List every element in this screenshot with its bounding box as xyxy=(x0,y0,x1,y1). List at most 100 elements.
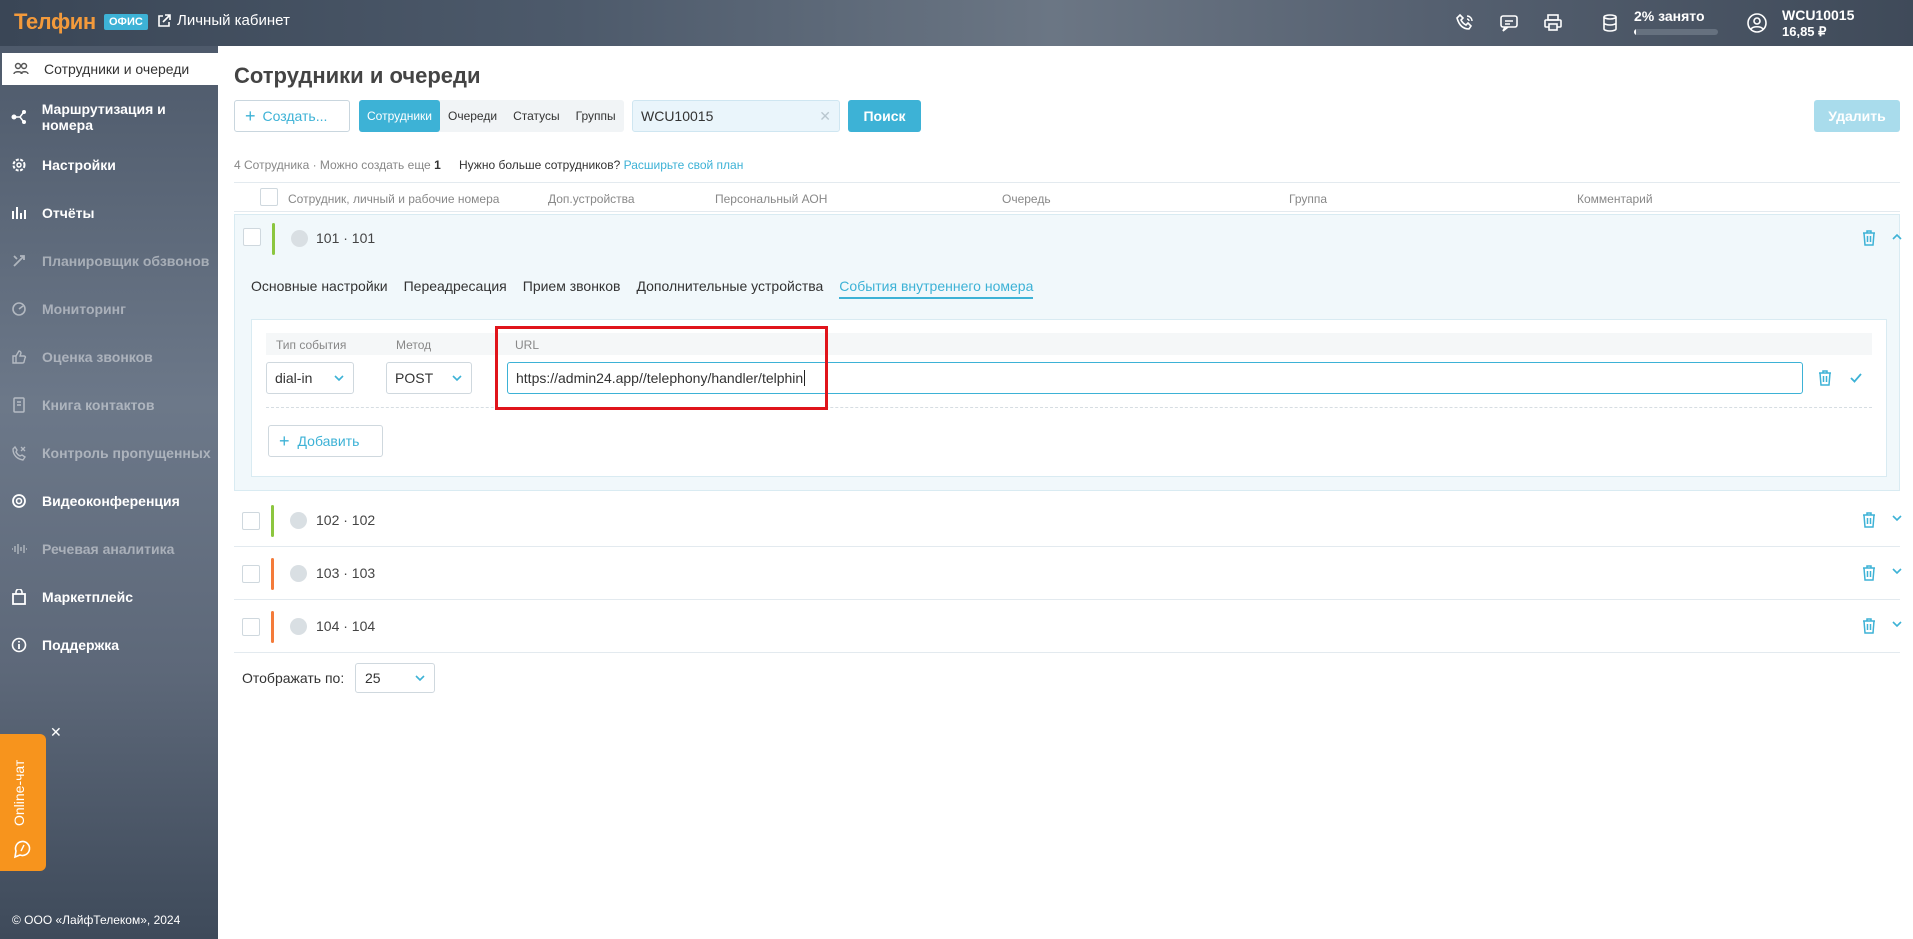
section-tabs: Сотрудники Очереди Статусы Группы xyxy=(359,100,624,132)
sidebar-item-dialer[interactable]: Планировщик обзвонов xyxy=(0,240,218,282)
column-comment: Комментарий xyxy=(1577,192,1653,206)
scheduler-icon xyxy=(10,252,28,270)
printer-icon[interactable] xyxy=(1541,11,1565,35)
trash-icon[interactable] xyxy=(1861,229,1877,247)
employee-row[interactable]: 103 · 103 xyxy=(234,548,1903,600)
sidebar-item-employees[interactable]: Сотрудники и очереди xyxy=(2,53,218,85)
sidebar-item-missed-control[interactable]: Контроль пропущенных xyxy=(0,432,218,474)
plus-icon: + xyxy=(245,106,256,126)
method-select[interactable]: POST xyxy=(386,362,472,394)
account-id[interactable]: WCU10015 xyxy=(1782,7,1854,23)
online-chat-button[interactable]: Online-чат xyxy=(0,734,46,871)
search-input[interactable]: WCU10015 ✕ xyxy=(632,100,840,132)
table-header: Сотрудник, личный и рабочие номера Доп.у… xyxy=(234,182,1900,212)
sidebar-item-label: Маркетплейс xyxy=(42,589,133,605)
employee-number[interactable]: 104 · 104 xyxy=(316,618,375,634)
sidebar-item-label: Контроль пропущенных xyxy=(42,445,211,461)
employee-number[interactable]: 103 · 103 xyxy=(316,565,375,581)
search-value: WCU10015 xyxy=(641,108,714,124)
contact-book-icon xyxy=(10,396,28,414)
logo[interactable]: Телфин xyxy=(14,9,96,35)
sidebar-item-marketplace[interactable]: Маркетплейс xyxy=(0,576,218,618)
column-caller-id: Персональный АОН xyxy=(715,192,828,206)
sidebar-item-label: Маршрутизация и номера xyxy=(41,101,166,133)
employee-count-remaining: 1 xyxy=(434,158,441,172)
chevron-down-icon[interactable] xyxy=(1891,619,1903,629)
row-checkbox[interactable] xyxy=(242,512,260,530)
storage-fill xyxy=(1634,29,1636,35)
clear-search-icon[interactable]: ✕ xyxy=(819,108,831,125)
account-icon[interactable] xyxy=(1745,11,1769,35)
create-button[interactable]: + Создать... xyxy=(234,100,350,132)
per-page-select[interactable]: 25 xyxy=(355,663,435,693)
missed-call-icon xyxy=(10,444,28,462)
employee-row[interactable]: 104 · 104 xyxy=(234,601,1903,653)
gear-icon xyxy=(10,156,28,174)
event-type-value: dial-in xyxy=(275,370,313,386)
row-checkbox[interactable] xyxy=(242,565,260,583)
sidebar-item-video[interactable]: Видеоконференция xyxy=(0,480,218,522)
trash-icon[interactable] xyxy=(1861,511,1877,529)
chevron-down-icon xyxy=(452,375,462,382)
upgrade-link[interactable]: Расширьте свой план xyxy=(624,158,744,172)
subtab-basic[interactable]: Основные настройки xyxy=(251,278,388,299)
thumbs-up-icon xyxy=(10,348,28,366)
employee-row-expanded: 101 · 101 Основные настройки Переадресац… xyxy=(234,214,1903,491)
employee-number[interactable]: 101 · 101 xyxy=(316,230,375,246)
chat-bubble-icon[interactable] xyxy=(1497,11,1521,35)
subtab-extension-events[interactable]: События внутреннего номера xyxy=(839,278,1034,299)
create-button-label: Создать... xyxy=(262,108,328,124)
sidebar-item-support[interactable]: Поддержка xyxy=(0,624,218,666)
status-indicator xyxy=(271,505,274,537)
tab-queues[interactable]: Очереди xyxy=(440,100,505,132)
sidebar-item-label: Сотрудники и очереди xyxy=(44,61,190,77)
trash-icon[interactable] xyxy=(1817,369,1833,387)
cabinet-link[interactable]: Личный кабинет xyxy=(157,12,290,29)
sidebar-item-label: Настройки xyxy=(42,157,116,173)
sidebar-item-monitoring[interactable]: Мониторинг xyxy=(0,288,218,330)
routing-icon xyxy=(10,108,28,126)
highlight-box xyxy=(495,326,828,410)
event-type-label: Тип события xyxy=(276,338,347,352)
subtab-call-receiving[interactable]: Прием звонков xyxy=(523,278,621,299)
tab-statuses[interactable]: Статусы xyxy=(505,100,568,132)
trash-icon[interactable] xyxy=(1861,617,1877,635)
select-all-checkbox[interactable] xyxy=(260,188,278,206)
row-checkbox[interactable] xyxy=(243,228,261,246)
status-indicator xyxy=(271,611,274,643)
subtab-extra-devices[interactable]: Дополнительные устройства xyxy=(636,278,823,299)
sidebar-item-speech-analytics[interactable]: Речевая аналитика xyxy=(0,528,218,570)
add-event-button[interactable]: + Добавить xyxy=(268,425,383,457)
employee-count: 4 Сотрудника · Можно создать еще 1 xyxy=(234,158,441,172)
method-label: Метод xyxy=(396,338,432,352)
chevron-down-icon[interactable] xyxy=(1891,566,1903,576)
column-queue: Очередь xyxy=(1002,192,1051,206)
delete-button[interactable]: Удалить xyxy=(1814,100,1900,132)
search-button[interactable]: Поиск xyxy=(848,100,921,132)
avatar xyxy=(290,565,307,582)
sidebar-item-contacts[interactable]: Книга контактов xyxy=(0,384,218,426)
phone-icon[interactable] xyxy=(1453,11,1477,35)
event-type-select[interactable]: dial-in xyxy=(266,362,354,394)
sidebar-item-label: Книга контактов xyxy=(42,397,155,413)
sidebar-item-settings[interactable]: Настройки xyxy=(0,144,218,186)
sidebar-item-routing[interactable]: Маршрутизация и номера xyxy=(0,96,218,138)
trash-icon[interactable] xyxy=(1861,564,1877,582)
chevron-down-icon[interactable] xyxy=(1891,513,1903,523)
upgrade-hint-text: Нужно больше сотрудников? xyxy=(459,158,621,172)
chat-close-icon[interactable]: ✕ xyxy=(50,724,62,741)
row-checkbox[interactable] xyxy=(242,618,260,636)
chevron-up-icon[interactable] xyxy=(1891,232,1903,242)
tab-groups[interactable]: Группы xyxy=(568,100,624,132)
column-group: Группа xyxy=(1289,192,1328,206)
sidebar-item-reports[interactable]: Отчёты xyxy=(0,192,218,234)
storage-text: 2% занято xyxy=(1634,8,1705,24)
employee-count-text: 4 Сотрудника · Можно создать еще xyxy=(234,158,431,172)
subtab-forwarding[interactable]: Переадресация xyxy=(404,278,507,299)
check-icon[interactable] xyxy=(1849,371,1863,385)
tab-employees[interactable]: Сотрудники xyxy=(359,100,440,132)
employee-row[interactable]: 102 · 102 xyxy=(234,495,1903,547)
sidebar-item-call-rating[interactable]: Оценка звонков xyxy=(0,336,218,378)
employee-number[interactable]: 102 · 102 xyxy=(316,512,375,528)
method-value: POST xyxy=(395,370,434,386)
